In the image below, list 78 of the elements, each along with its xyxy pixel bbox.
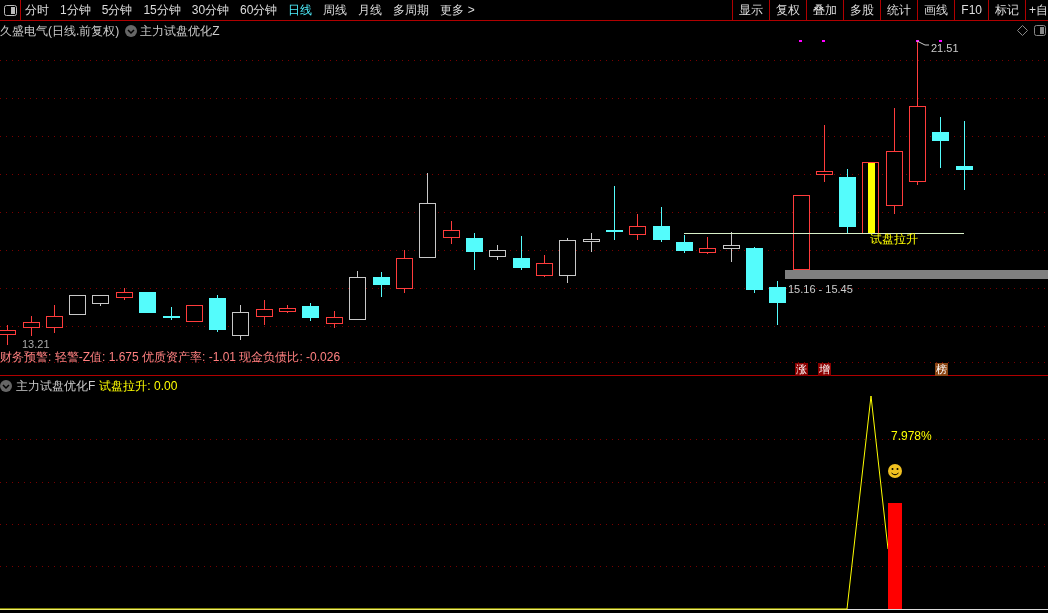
toolbar-button[interactable]: 标记	[988, 0, 1025, 20]
period-tab[interactable]: 月线	[358, 1, 383, 19]
candlestick	[396, 249, 413, 294]
toolbar-button[interactable]: F10	[954, 0, 988, 20]
candlestick	[302, 302, 319, 322]
smiley-icon	[888, 464, 902, 478]
event-marker: 榜	[935, 363, 948, 376]
period-tab[interactable]: 更多 >	[440, 1, 475, 19]
diamond-icon[interactable]	[1017, 25, 1028, 36]
period-tab[interactable]: 60分钟	[240, 1, 278, 19]
candlestick	[559, 237, 576, 284]
candlestick	[163, 306, 180, 321]
candlestick	[956, 120, 973, 191]
leader-line	[916, 40, 930, 46]
period-tab[interactable]: 周线	[323, 1, 348, 19]
signal-label: 试盘拉升	[870, 233, 918, 245]
candlestick	[839, 168, 856, 234]
period-tab[interactable]: 多周期	[393, 1, 430, 19]
toolbar-button[interactable]: 多股	[843, 0, 881, 20]
event-marker: 涨	[795, 363, 808, 376]
candlestick	[69, 294, 86, 315]
candlestick	[513, 235, 530, 271]
period-tab[interactable]: 15分钟	[143, 1, 181, 19]
period-tab[interactable]: 30分钟	[191, 1, 230, 19]
toolbar-button[interactable]: 统计	[880, 0, 918, 20]
candlestick	[326, 310, 343, 329]
candlestick	[746, 246, 763, 294]
candlestick	[0, 324, 16, 346]
candlestick	[139, 291, 156, 314]
period-tab[interactable]: 1分钟	[60, 1, 91, 19]
collapse-icon[interactable]	[125, 24, 138, 37]
candlestick	[606, 185, 623, 241]
toolbar-button[interactable]: 复权	[769, 0, 807, 20]
stock-title: 久盛电气(日线.前复权)	[0, 22, 120, 40]
sidebar-toggle-icon[interactable]	[3, 4, 17, 16]
candlestick	[186, 304, 203, 322]
indicator-name: 主力试盘优化F	[16, 378, 96, 395]
collapse-icon[interactable]	[0, 380, 12, 392]
candlestick	[116, 287, 133, 301]
candlestick	[816, 124, 833, 183]
candlestick	[92, 294, 109, 307]
period-tab[interactable]: 分时	[25, 1, 49, 19]
price-label: 13.21	[22, 339, 50, 350]
candlestick	[723, 231, 740, 263]
signal-bar	[868, 163, 875, 233]
finance-warning-text: 财务预警: 轻警-Z值: 1.675 优质资产率: -1.01 现金负债比: -0.026	[0, 351, 341, 363]
toolbar-button[interactable]: 显示	[732, 0, 770, 20]
panel-toggle-icon[interactable]	[1034, 25, 1046, 36]
candlestick	[373, 271, 390, 298]
toolbar-button[interactable]: +自	[1025, 0, 1048, 20]
candlestick	[466, 232, 483, 271]
candlestick	[653, 206, 670, 243]
candlestick	[46, 304, 63, 334]
candlestick	[209, 294, 226, 333]
toolbar-button[interactable]: 叠加	[806, 0, 844, 20]
candlestick	[443, 220, 460, 245]
candlestick	[629, 213, 646, 241]
candlestick	[256, 299, 273, 326]
candlestick	[279, 304, 296, 314]
percent-label: 7.978%	[891, 430, 932, 442]
event-marker: 增	[818, 363, 831, 376]
price-range-label: 15.16 - 15.45	[788, 284, 853, 295]
indicator-value: 试盘拉升: 0.00	[99, 378, 178, 395]
candlestick	[583, 232, 600, 253]
candlestick	[769, 280, 786, 326]
indicator-name: 主力试盘优化Z	[140, 22, 220, 40]
candlestick	[349, 270, 366, 321]
candlestick	[676, 234, 693, 254]
candlestick	[536, 254, 553, 278]
toolbar-button[interactable]: 画线	[917, 0, 955, 20]
candlestick	[23, 315, 40, 337]
candlestick	[699, 236, 716, 255]
candlestick	[932, 116, 949, 169]
price-label: 21.51	[931, 43, 959, 54]
period-tab[interactable]: 日线	[288, 1, 313, 19]
period-tab[interactable]: 5分钟	[101, 1, 133, 19]
candlestick	[489, 244, 506, 261]
candlestick	[232, 304, 249, 341]
